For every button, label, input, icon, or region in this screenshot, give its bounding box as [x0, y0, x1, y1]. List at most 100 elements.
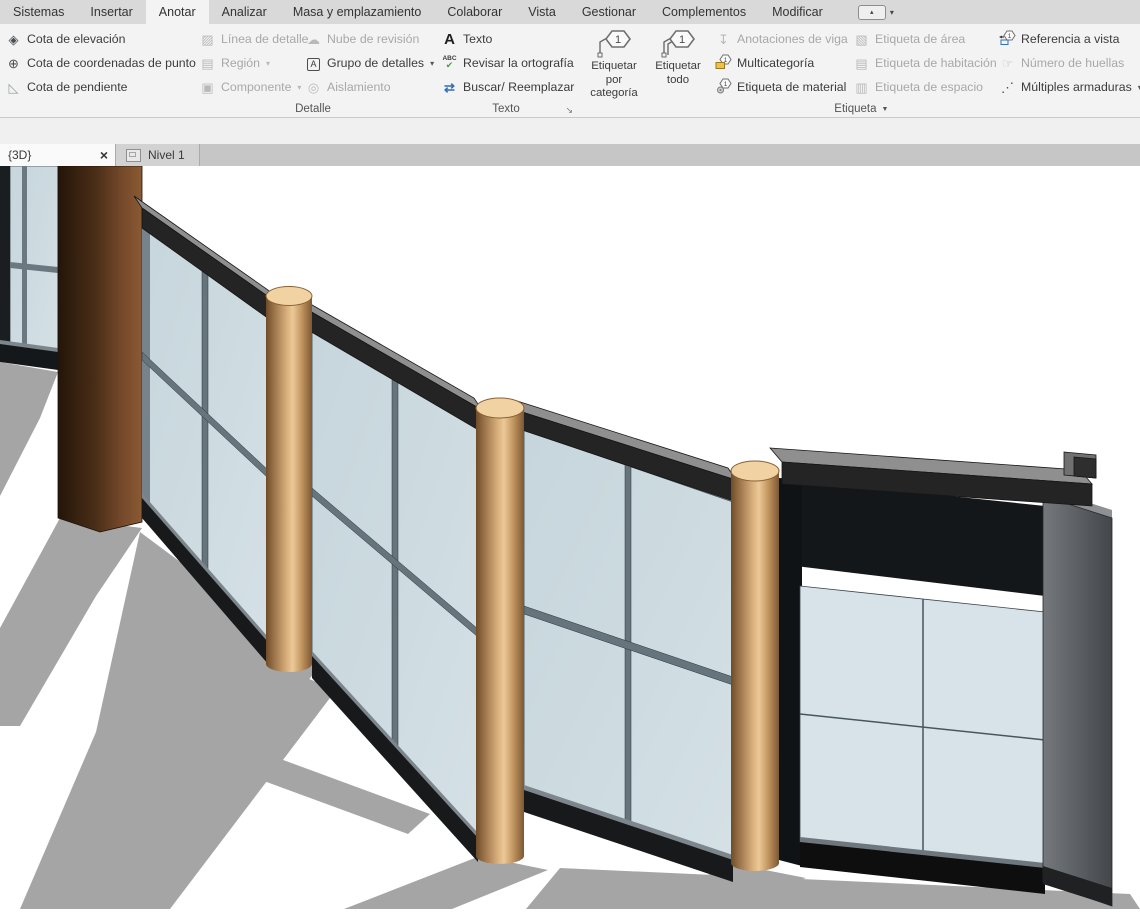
- tab-complementos[interactable]: Complementos: [649, 0, 759, 24]
- item-label: Región: [221, 56, 260, 70]
- tab-analizar[interactable]: Analizar: [209, 0, 280, 24]
- multi-rebar-icon: ⋰: [999, 81, 1016, 94]
- etiqueta-column-c: 1 Referencia a vista ☞ Número de huellas…: [994, 27, 1140, 101]
- curtain-bay-3: [524, 430, 733, 882]
- panel-etiqueta: 1 Etiquetar por categoría 1 Etiquetar to…: [576, 24, 1140, 117]
- tab-label: Modificar: [772, 5, 823, 19]
- wood-column-3-top: [731, 461, 779, 481]
- item-label: Nube de revisión: [327, 32, 419, 46]
- ribbon-item-cota-de-elevacion[interactable]: ◈ Cota de elevación: [0, 27, 190, 51]
- tab-modificar[interactable]: Modificar: [759, 0, 836, 24]
- wood-wall-panel: [58, 166, 142, 532]
- tab-masa-y-emplazamiento[interactable]: Masa y emplazamiento: [280, 0, 435, 24]
- svg-text:1: 1: [679, 34, 685, 46]
- panel-label-etiqueta[interactable]: Etiqueta ▼: [576, 101, 1140, 117]
- wood-column-2-top: [476, 398, 524, 418]
- item-label: Grupo de detalles: [327, 56, 424, 70]
- panel-label-detalle: Detalle: [190, 100, 436, 117]
- insulation-icon: ◎: [305, 81, 322, 94]
- ribbon-item-nube-de-revision[interactable]: ☁ Nube de revisión: [300, 27, 439, 51]
- ribbon-item-revisar-ortografia[interactable]: ABC ✔ Revisar la ortografía: [436, 51, 576, 75]
- item-label: Etiquetar por: [582, 60, 646, 87]
- view-tab-nivel-1[interactable]: Nivel 1: [115, 144, 200, 166]
- item-label: todo: [667, 74, 689, 88]
- ribbon-item-linea-de-detalle[interactable]: ▨ Línea de detalle: [194, 27, 300, 51]
- ribbon-item-referencia-a-vista[interactable]: 1 Referencia a vista: [994, 27, 1140, 51]
- ribbon-item-texto[interactable]: A Texto: [436, 27, 576, 51]
- wood-column-3-base: [731, 855, 779, 871]
- dialog-launcher-icon[interactable]: ↘: [565, 106, 573, 115]
- wood-column-2-base: [476, 848, 524, 864]
- tab-insertar[interactable]: Insertar: [77, 0, 145, 24]
- chevron-down-icon: ▼: [882, 106, 889, 113]
- item-label: Número de huellas: [1021, 56, 1124, 70]
- item-label: Etiqueta de área: [875, 32, 965, 46]
- boxed-a-glyph: A: [307, 58, 319, 71]
- panel-label-texto: Texto: [436, 100, 576, 117]
- ribbon-anotar: ◈ Cota de elevación ⊕ Cota de coordenada…: [0, 24, 1140, 118]
- spot-elevation-icon: ◈: [5, 33, 22, 46]
- tab-colaborar[interactable]: Colaborar: [434, 0, 515, 24]
- floor-plan-icon: [126, 149, 141, 162]
- area-tag-icon: ▧: [853, 33, 870, 46]
- item-label: Etiquetar: [655, 60, 701, 74]
- view-tab-label: Nivel 1: [148, 148, 185, 162]
- ribbon-item-multiples-armaduras[interactable]: ⋰ Múltiples armaduras ▾: [994, 75, 1140, 99]
- ribbon-tab-bar: Sistemas Insertar Anotar Analizar Masa y…: [0, 0, 1140, 24]
- ribbon-item-etiqueta-de-area[interactable]: ▧ Etiqueta de área: [848, 27, 994, 51]
- tab-vista[interactable]: Vista: [515, 0, 569, 24]
- tab-gestionar[interactable]: Gestionar: [569, 0, 649, 24]
- etiqueta-column-a: ↧ Anotaciones de viga 1 Multicategoría: [710, 27, 848, 101]
- ribbon-item-numero-de-huellas[interactable]: ☞ Número de huellas: [994, 51, 1140, 75]
- ribbon-item-etiquetar-todo[interactable]: 1 Etiquetar todo: [646, 27, 710, 101]
- ribbon-item-etiquetar-por-categoria[interactable]: 1 Etiquetar por categoría: [582, 27, 646, 101]
- viewport-3d-scene[interactable]: [0, 166, 1140, 909]
- view-tab-3d[interactable]: {3D} ×: [0, 144, 115, 166]
- item-label: Etiqueta de espacio: [875, 80, 983, 94]
- view-tab-bar: {3D} × Nivel 1: [0, 144, 1140, 166]
- wood-column-1-base: [266, 656, 312, 672]
- ribbon-item-etiqueta-de-material[interactable]: 1 Etiqueta de material: [710, 75, 848, 99]
- glass-pane: [10, 166, 58, 352]
- item-label: Multicategoría: [737, 56, 814, 70]
- item-label: Cota de coordenadas de punto: [27, 56, 196, 70]
- ribbon-item-grupo-de-detalles[interactable]: A Grupo de detalles ▾: [300, 51, 439, 75]
- tag-all-icon: 1: [657, 28, 699, 60]
- ribbon-item-cota-de-pendiente[interactable]: ◺ Cota de pendiente: [0, 75, 190, 99]
- ribbon-item-buscar-reemplazar[interactable]: ⇄ Buscar/ Reemplazar: [436, 75, 576, 99]
- ribbon-item-cota-de-coordenadas[interactable]: ⊕ Cota de coordenadas de punto: [0, 51, 190, 75]
- spot-coordinate-icon: ⊕: [5, 57, 22, 70]
- tab-label: Complementos: [662, 5, 746, 19]
- chevron-down-icon: ▾: [890, 8, 894, 17]
- ribbon-item-etiqueta-de-habitacion[interactable]: ▤ Etiqueta de habitación: [848, 51, 994, 75]
- tab-sistemas[interactable]: Sistemas: [0, 0, 77, 24]
- find-replace-icon: ⇄: [441, 81, 458, 94]
- frame-black-edge: [779, 478, 802, 866]
- ribbon-item-anotaciones-de-viga[interactable]: ↧ Anotaciones de viga: [710, 27, 848, 51]
- close-icon[interactable]: ×: [100, 148, 108, 162]
- panel-texto: A Texto ABC ✔ Revisar la ortografía ⇄ Bu…: [436, 24, 576, 117]
- item-label: Aislamiento: [327, 80, 391, 94]
- ribbon-item-multicategoria[interactable]: 1 Multicategoría: [710, 51, 848, 75]
- gray-end-column: [1043, 496, 1112, 906]
- ribbon-display-toggle[interactable]: ▴ ▾: [858, 0, 894, 24]
- item-label: Componente: [221, 80, 291, 94]
- item-label: Múltiples armaduras: [1021, 80, 1132, 94]
- green-check-icon: ✔: [446, 61, 454, 70]
- right-panel-group: [779, 478, 1112, 906]
- item-label: Etiqueta de material: [737, 80, 846, 94]
- tab-anotar[interactable]: Anotar: [146, 0, 209, 24]
- ribbon-item-etiqueta-de-espacio[interactable]: ▥ Etiqueta de espacio: [848, 75, 994, 99]
- tag-by-category-icon: 1: [593, 28, 635, 60]
- spot-slope-icon: ◺: [5, 81, 22, 94]
- ribbon-item-region[interactable]: ▤ Región ▾: [194, 51, 300, 75]
- ribbon-item-aislamiento[interactable]: ◎ Aislamiento: [300, 75, 439, 99]
- tread-number-icon: ☞: [999, 57, 1016, 70]
- ribbon-item-componente[interactable]: ▣ Componente ▾: [194, 75, 300, 99]
- item-label: Buscar/ Reemplazar: [463, 80, 574, 94]
- chevron-down-icon: ▾: [430, 59, 434, 68]
- material-tag-icon: 1: [715, 78, 732, 96]
- item-label: Cota de elevación: [27, 32, 125, 46]
- mullion: [22, 166, 27, 350]
- tab-label: Gestionar: [582, 5, 636, 19]
